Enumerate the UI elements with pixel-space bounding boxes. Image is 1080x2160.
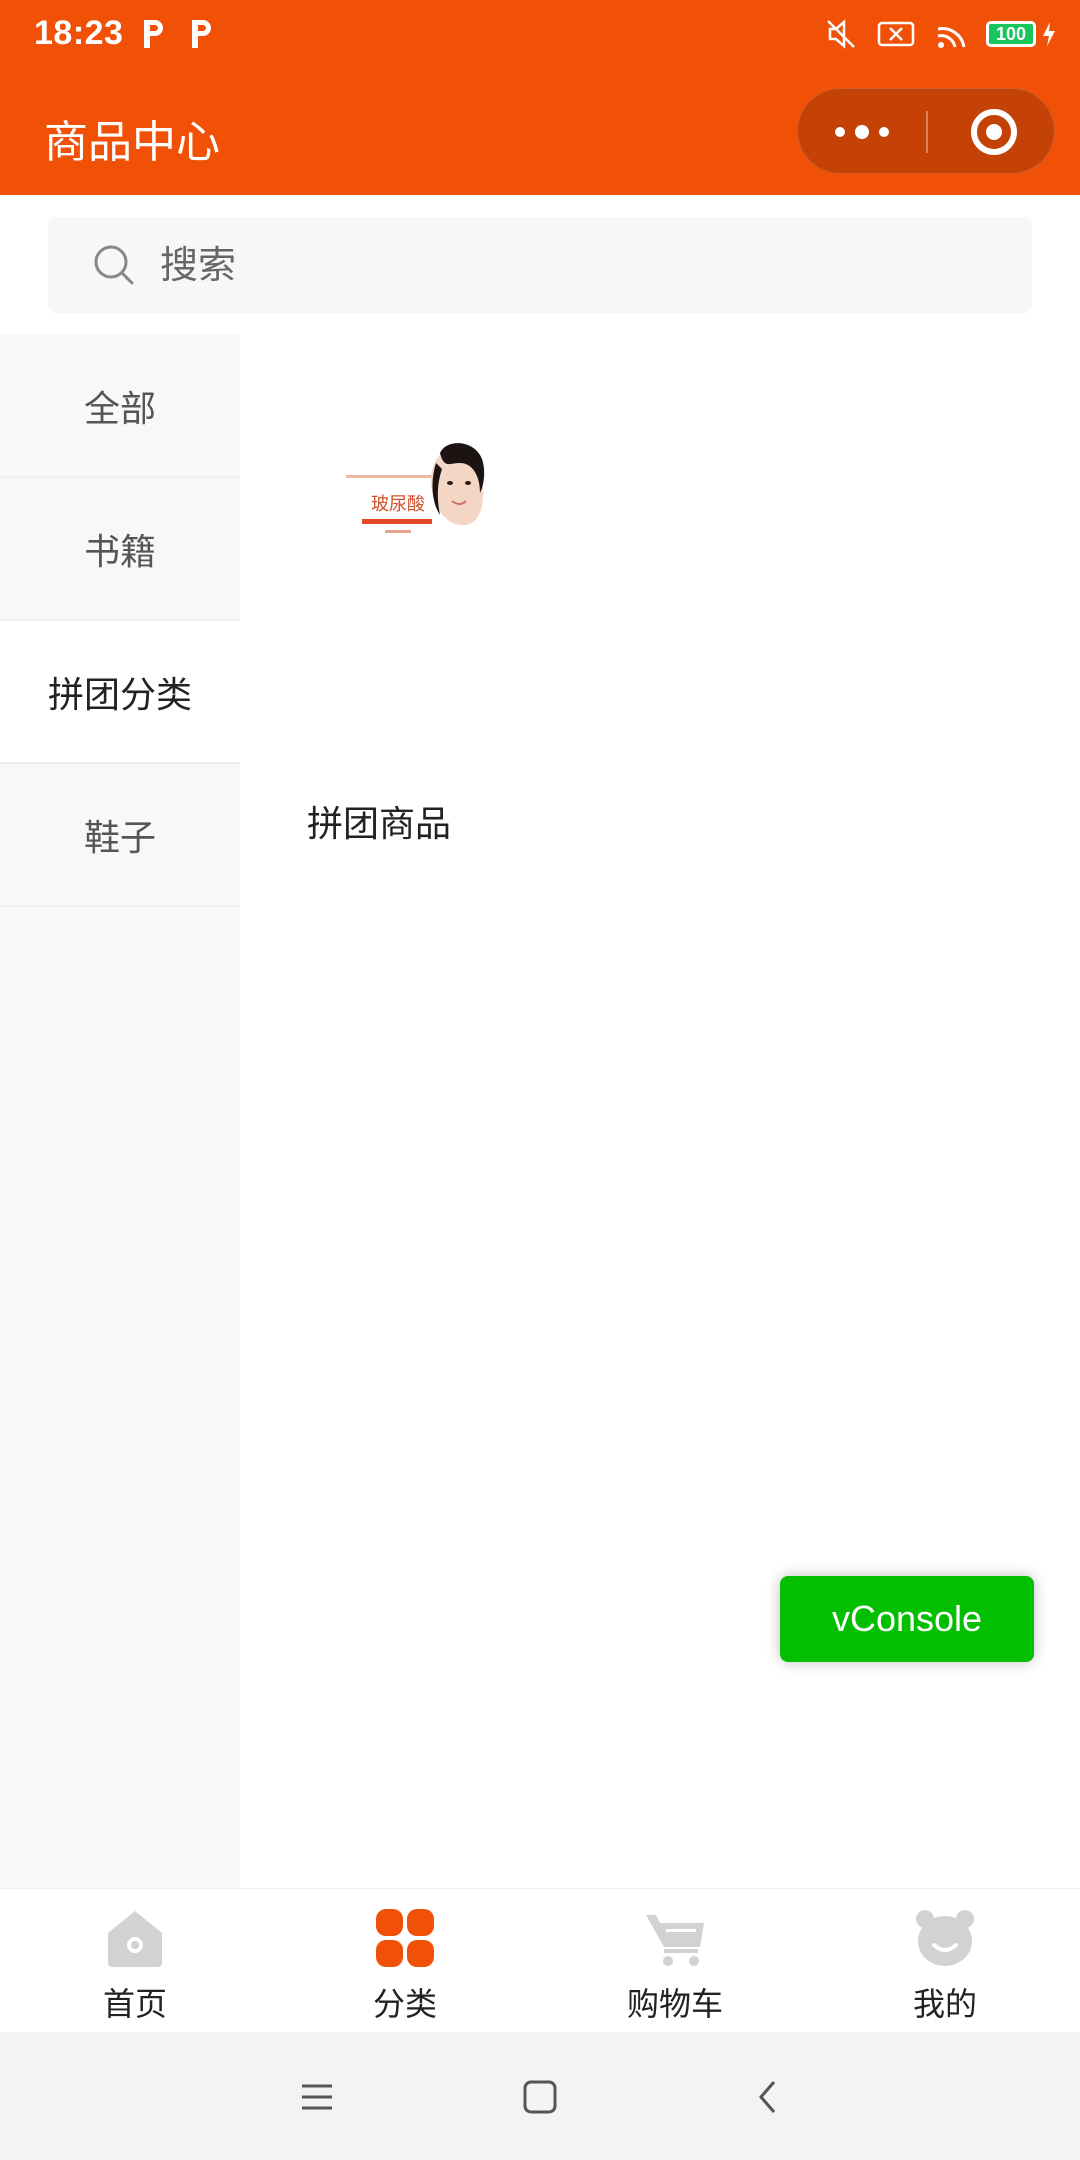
tab-label: 我的 (912, 1985, 977, 2023)
product-image-text: 玻尿酸 (371, 494, 425, 515)
sidebar-item-label: 拼团分类 (47, 674, 192, 716)
bear-profile-icon (916, 1910, 974, 1966)
sidebar-item-label: 书籍 (83, 531, 156, 573)
title-bar: 商品中心 (0, 68, 1080, 195)
search-input[interactable] (160, 237, 960, 293)
no-sim-icon (877, 21, 915, 47)
sidebar-item-label: 鞋子 (83, 817, 156, 859)
capsule-divider (926, 111, 928, 153)
tab-label: 分类 (372, 1985, 437, 2023)
sidebar-item-shoes[interactable]: 鞋子 (0, 764, 240, 907)
back-icon[interactable] (743, 2072, 793, 2122)
search-area (0, 195, 1080, 335)
category-sidebar: 全部 书籍 拼团分类 鞋子 (0, 335, 240, 1888)
vconsole-button[interactable]: vConsole (780, 1576, 1034, 1662)
product-card[interactable]: 玻尿酸 拼团商品 (290, 435, 490, 845)
page-title: 商品中心 (44, 117, 220, 168)
status-icons: 100 (824, 14, 1058, 54)
sidebar-item-books[interactable]: 书籍 (0, 478, 240, 621)
product-name: 拼团商品 (307, 804, 452, 845)
wifi-icon (937, 27, 966, 48)
more-menu-button[interactable] (798, 89, 926, 175)
tab-category[interactable]: 分类 (270, 1889, 540, 2032)
more-dot-icon (835, 127, 845, 137)
cart-icon (646, 1915, 704, 1966)
sidebar-item-all[interactable]: 全部 (0, 335, 240, 478)
charging-icon (1043, 22, 1055, 46)
tab-label: 购物车 (626, 1985, 723, 2023)
more-dot-icon (855, 125, 869, 139)
sidebar-item-label: 全部 (83, 388, 156, 430)
system-nav-bar (0, 2032, 1080, 2160)
status-bar: 18:23 100 (0, 0, 1080, 68)
search-icon (94, 245, 134, 285)
tab-profile[interactable]: 我的 (810, 1889, 1080, 2032)
battery-indicator: 100 (986, 20, 1058, 48)
product-image: 玻尿酸 (290, 435, 490, 575)
category-icon (376, 1909, 434, 1967)
tab-label: 首页 (102, 1985, 167, 2023)
home-icon (108, 1911, 162, 1967)
parking-app-icon (144, 20, 163, 48)
tab-home[interactable]: 首页 (0, 1889, 270, 2032)
battery-level: 100 (986, 21, 1036, 47)
sidebar-item-group-buy[interactable]: 拼团分类 (0, 621, 240, 764)
home-square-icon[interactable] (515, 2072, 565, 2122)
tab-cart[interactable]: 购物车 (540, 1889, 810, 2032)
mini-program-capsule (797, 88, 1055, 174)
menu-icon[interactable] (292, 2072, 342, 2122)
parking-app-icon-2 (192, 20, 211, 48)
search-bar[interactable] (48, 217, 1032, 313)
close-mini-program-button[interactable] (971, 109, 1017, 155)
more-dot-icon (879, 127, 889, 137)
mute-icon (827, 19, 855, 49)
bottom-tab-bar: 首页 分类 购物车 我的 (0, 1888, 1080, 2032)
status-time: 18:23 (34, 14, 124, 52)
